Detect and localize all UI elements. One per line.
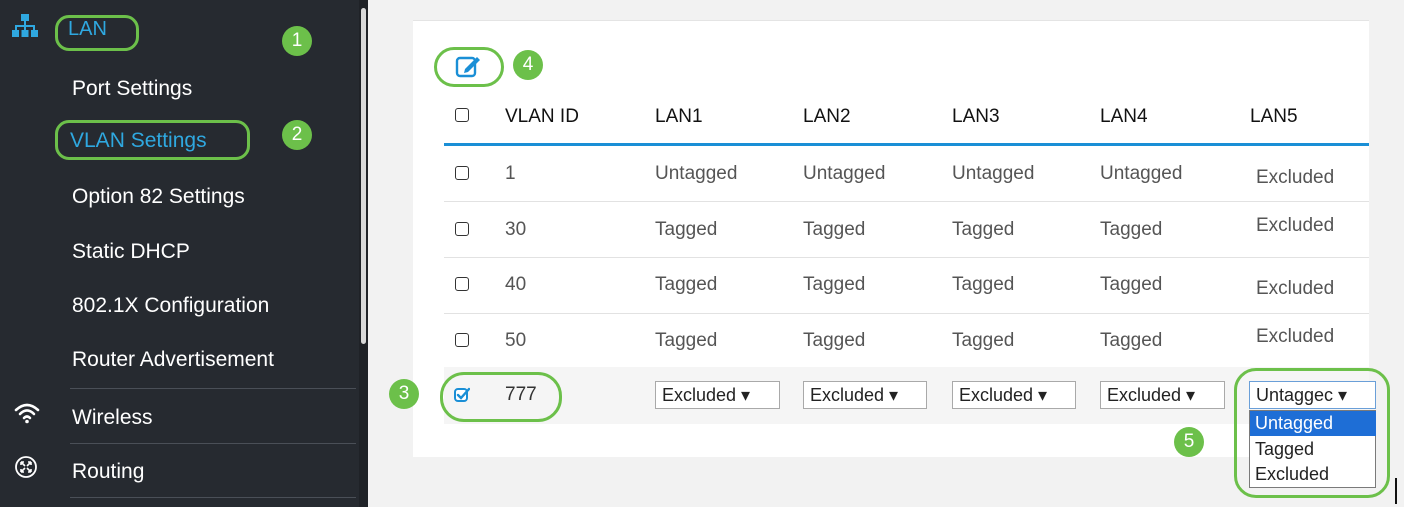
- callout-badge-1: 1: [282, 26, 312, 56]
- row-checkbox[interactable]: [455, 222, 469, 236]
- text-cursor: [1395, 478, 1397, 504]
- sidebar-item-option-82-settings[interactable]: Option 82 Settings: [72, 185, 245, 209]
- lan3-cell: Tagged: [952, 274, 1015, 295]
- vlan-id-cell: 50: [505, 330, 527, 351]
- lan2-cell: Tagged: [803, 274, 866, 295]
- sidebar-section-wireless[interactable]: Wireless: [72, 406, 153, 430]
- vlan-id-cell: 40: [505, 274, 527, 295]
- lan2-cell: Tagged: [803, 219, 866, 240]
- lan1-cell: Untagged: [655, 163, 738, 184]
- lan5-cell: Excluded: [1256, 326, 1335, 347]
- card-top-border: [413, 20, 1369, 21]
- dropdown-highlight-outline: [1234, 368, 1390, 498]
- column-header-lan3: LAN3: [952, 106, 1000, 127]
- vlan-id-cell: 1: [505, 163, 516, 184]
- sidebar-scrollbar-thumb[interactable]: [361, 8, 366, 344]
- lan4-select[interactable]: Excluded ▾: [1100, 381, 1225, 409]
- row-checkbox[interactable]: [455, 166, 469, 180]
- edit-icon[interactable]: [455, 53, 483, 79]
- wifi-icon: [14, 403, 40, 424]
- lan5-cell: Excluded: [1256, 167, 1335, 188]
- sidebar-item-router-advertisement[interactable]: Router Advertisement: [72, 348, 274, 372]
- column-header-lan4: LAN4: [1100, 106, 1148, 127]
- row-checkbox[interactable]: [455, 277, 469, 291]
- lan3-select[interactable]: Excluded ▾: [952, 381, 1076, 409]
- column-header-lan1: LAN1: [655, 106, 703, 127]
- lan3-cell: Tagged: [952, 219, 1015, 240]
- row-divider: [444, 201, 1369, 202]
- lan3-cell: Untagged: [952, 163, 1035, 184]
- lan1-cell: Tagged: [655, 219, 718, 240]
- lan2-cell: Tagged: [803, 330, 866, 351]
- column-header-vlan-id: VLAN ID: [505, 106, 579, 127]
- lan1-cell: Tagged: [655, 274, 718, 295]
- row-checkbox-checked[interactable]: [454, 387, 470, 403]
- column-header-lan2: LAN2: [803, 106, 851, 127]
- lan4-cell: Tagged: [1100, 330, 1163, 351]
- lan1-cell: Tagged: [655, 330, 718, 351]
- callout-badge-2: 2: [282, 120, 312, 150]
- sidebar-divider: [70, 388, 356, 389]
- lan3-cell: Tagged: [952, 330, 1015, 351]
- vlan-id-cell: 30: [505, 219, 527, 240]
- header-underline: [444, 143, 1369, 146]
- column-header-lan5: LAN5: [1250, 106, 1298, 127]
- sidebar-item-static-dhcp[interactable]: Static DHCP: [72, 240, 190, 264]
- sidebar-item-8021x-configuration[interactable]: 802.1X Configuration: [72, 294, 269, 318]
- lan1-select[interactable]: Excluded ▾: [655, 381, 780, 409]
- lan5-cell: Excluded: [1256, 278, 1335, 299]
- lan4-cell: Untagged: [1100, 163, 1183, 184]
- lan4-cell: Tagged: [1100, 219, 1163, 240]
- lan2-cell: Untagged: [803, 163, 886, 184]
- lan5-cell: Excluded: [1256, 215, 1335, 236]
- callout-badge-3: 3: [389, 379, 419, 409]
- routing-icon: [15, 456, 37, 478]
- vlan-id-cell: 777: [505, 384, 537, 405]
- row-divider: [444, 313, 1369, 314]
- lan2-select[interactable]: Excluded ▾: [803, 381, 927, 409]
- sidebar-divider: [70, 443, 356, 444]
- network-icon: [12, 14, 38, 37]
- sidebar-divider: [70, 497, 356, 498]
- select-all-checkbox[interactable]: [455, 108, 469, 122]
- sidebar-item-port-settings[interactable]: Port Settings: [72, 77, 192, 101]
- callout-badge-5: 5: [1174, 427, 1204, 457]
- callout-badge-4: 4: [513, 50, 543, 80]
- sidebar-item-vlan-settings[interactable]: VLAN Settings: [70, 129, 207, 153]
- lan4-cell: Tagged: [1100, 274, 1163, 295]
- row-checkbox[interactable]: [455, 333, 469, 347]
- row-divider: [444, 257, 1369, 258]
- sidebar-section-lan[interactable]: LAN: [68, 18, 107, 41]
- sidebar-section-routing[interactable]: Routing: [72, 460, 144, 484]
